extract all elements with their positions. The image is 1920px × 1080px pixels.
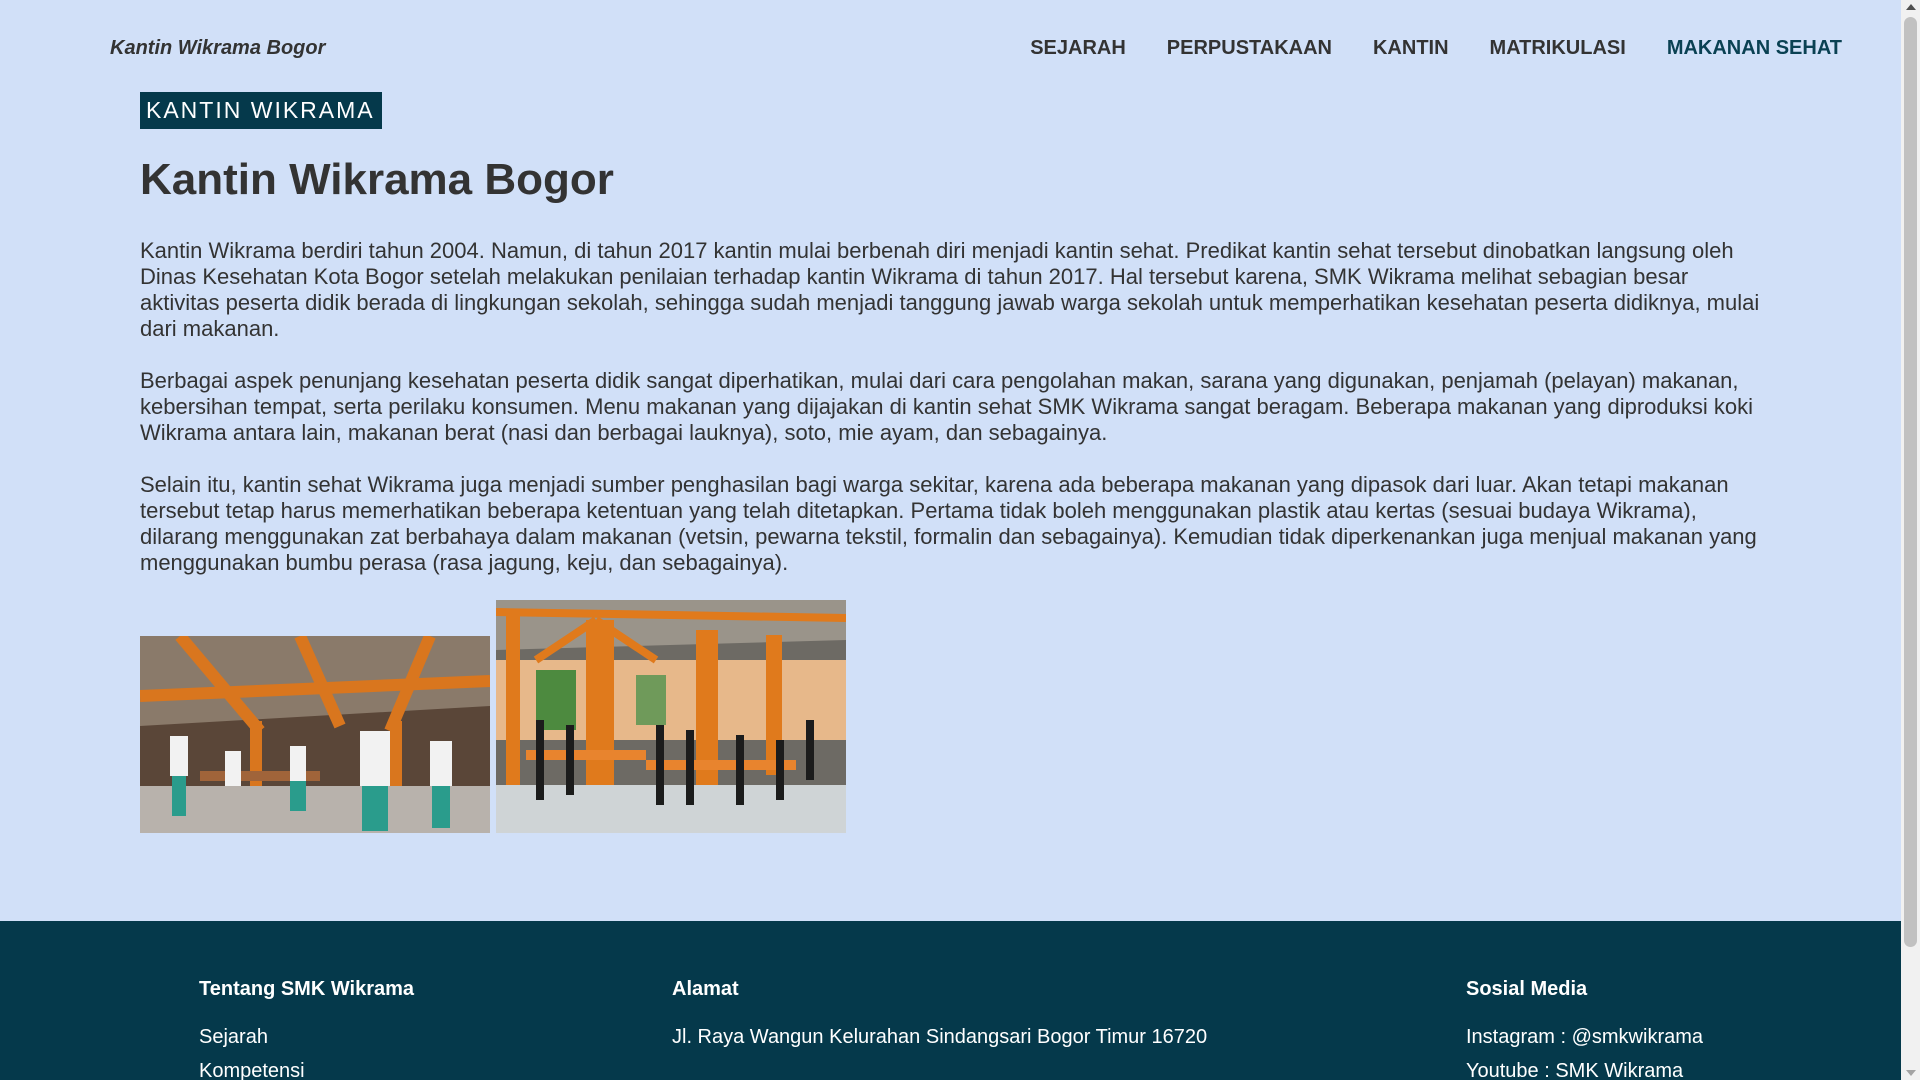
nav-sejarah[interactable]: SEJARAH: [1030, 37, 1126, 60]
site-footer: Tentang SMK Wikrama Sejarah Kompetensi A…: [0, 921, 1901, 1080]
scroll-down-arrow-icon[interactable]: [1906, 1070, 1916, 1076]
footer-link-sejarah[interactable]: Sejarah: [199, 1025, 414, 1049]
nav-perpustakaan[interactable]: PERPUSTAKAAN: [1167, 37, 1332, 60]
paragraph-history: Kantin Wikrama berdiri tahun 2004. Namun…: [140, 238, 1760, 341]
footer-address: Alamat Jl. Raya Wangun Kelurahan Sindang…: [672, 977, 1207, 1049]
vertical-scrollbar[interactable]: [1901, 0, 1920, 1080]
page-title: Kantin Wikrama Bogor: [140, 155, 614, 204]
footer-social-heading: Sosial Media: [1466, 978, 1588, 1000]
page: Kantin Wikrama Bogor SEJARAH PERPUSTAKAA…: [0, 0, 1901, 1080]
footer-link-kompetensi[interactable]: Kompetensi: [199, 1059, 414, 1080]
paragraph-suppliers: Selain itu, kantin sehat Wikrama juga me…: [140, 472, 1757, 575]
canteen-tables-photo: [496, 600, 846, 833]
footer-about-heading: Tentang SMK Wikrama: [199, 978, 415, 1000]
scroll-up-arrow-icon[interactable]: [1906, 4, 1916, 10]
footer-youtube[interactable]: Youtube : SMK Wikrama: [1466, 1059, 1703, 1080]
nav-makanan-sehat[interactable]: MAKANAN SEHAT: [1667, 37, 1842, 60]
main-content: KANTIN WIKRAMA Kantin Wikrama Bogor Kant…: [140, 92, 1760, 576]
paragraph-health: Berbagai aspek penunjang kesehatan peser…: [140, 368, 1754, 445]
scroll-thumb[interactable]: [1904, 17, 1917, 947]
canteen-students-photo: [140, 636, 490, 833]
footer-address-text: Jl. Raya Wangun Kelurahan Sindangsari Bo…: [672, 1026, 1208, 1048]
nav-matrikulasi[interactable]: MATRIKULASI: [1490, 37, 1626, 60]
photo-gallery: [140, 600, 860, 833]
footer-about: Tentang SMK Wikrama Sejarah Kompetensi: [199, 977, 414, 1080]
brand-link[interactable]: Kantin Wikrama Bogor: [110, 37, 325, 60]
section-badge: KANTIN WIKRAMA: [140, 92, 382, 129]
footer-social: Sosial Media Instagram : @smkwikrama You…: [1466, 977, 1703, 1080]
nav-kantin[interactable]: KANTIN: [1373, 37, 1449, 60]
footer-address-heading: Alamat: [672, 978, 739, 1000]
footer-instagram[interactable]: Instagram : @smkwikrama: [1466, 1025, 1703, 1049]
main-nav: SEJARAH PERPUSTAKAAN KANTIN MATRIKULASI …: [1030, 37, 1842, 60]
